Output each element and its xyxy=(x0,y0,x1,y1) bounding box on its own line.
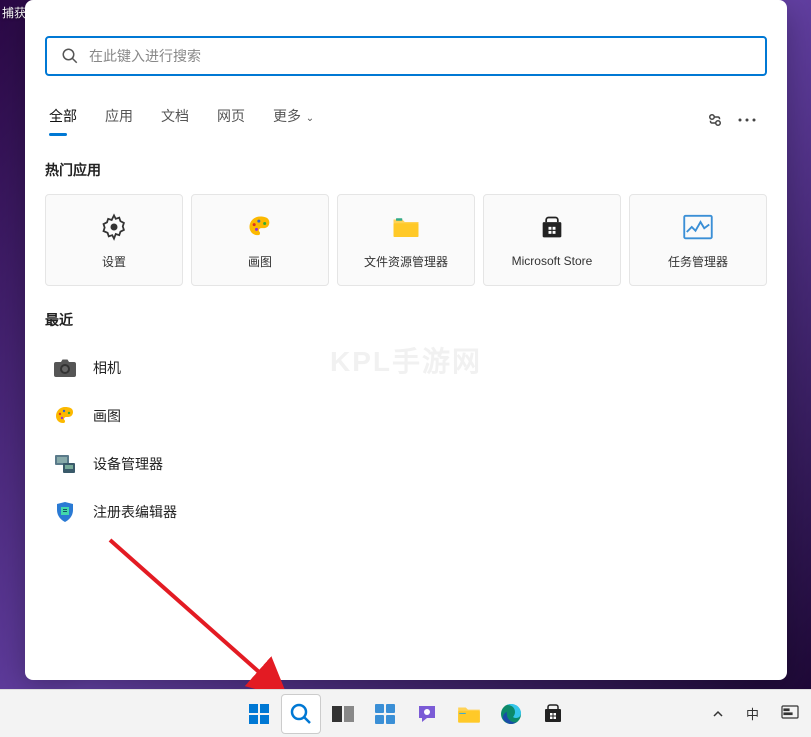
system-tray: 中 xyxy=(708,700,803,727)
top-apps-title: 热门应用 xyxy=(45,160,767,180)
search-icon xyxy=(61,47,79,65)
camera-icon xyxy=(53,356,77,380)
recent-item-label: 相机 xyxy=(93,358,121,378)
search-input[interactable] xyxy=(89,48,751,64)
recent-item-label: 注册表编辑器 xyxy=(93,502,177,522)
search-button[interactable] xyxy=(281,694,321,734)
recent-list: 相机 画图 设备管理器 注册表编辑器 xyxy=(45,344,767,536)
store-icon xyxy=(536,212,568,244)
recent-item-label: 设备管理器 xyxy=(93,454,163,474)
settings-icon xyxy=(98,211,130,243)
app-card-settings[interactable]: 设置 xyxy=(45,194,183,286)
windows-icon xyxy=(247,702,271,726)
widgets-button[interactable] xyxy=(365,694,405,734)
tab-apps[interactable]: 应用 xyxy=(105,106,133,134)
chat-button[interactable] xyxy=(407,694,447,734)
tab-more[interactable]: 更多 ⌄ xyxy=(273,106,314,134)
more-options-icon[interactable] xyxy=(731,104,763,136)
desktop-partial-label: 捕获 xyxy=(2,4,26,21)
taskview-button[interactable] xyxy=(323,694,363,734)
app-card-taskmanager[interactable]: 任务管理器 xyxy=(629,194,767,286)
search-icon xyxy=(289,702,313,726)
folder-icon xyxy=(390,211,422,243)
app-card-explorer[interactable]: 文件资源管理器 xyxy=(337,194,475,286)
app-card-paint[interactable]: 画图 xyxy=(191,194,329,286)
paint-icon xyxy=(53,404,77,428)
control-center-icon[interactable] xyxy=(777,701,803,726)
edge-icon xyxy=(499,702,523,726)
tabs-row: 全部 应用 文档 网页 更多 ⌄ xyxy=(45,104,767,136)
devicemanager-icon xyxy=(53,452,77,476)
tab-documents[interactable]: 文档 xyxy=(161,106,189,134)
start-button[interactable] xyxy=(239,694,279,734)
app-card-store[interactable]: Microsoft Store xyxy=(483,194,621,286)
app-card-label: 文件资源管理器 xyxy=(364,253,448,270)
tab-web[interactable]: 网页 xyxy=(217,106,245,134)
store-button[interactable] xyxy=(533,694,573,734)
edge-button[interactable] xyxy=(491,694,531,734)
top-apps-grid: 设置 画图 文件资源管理器 Microsoft Store 任务管理器 xyxy=(45,194,767,286)
ime-indicator[interactable]: 中 xyxy=(742,700,763,727)
recent-item-paint[interactable]: 画图 xyxy=(45,392,767,440)
store-icon xyxy=(541,702,565,726)
widgets-icon xyxy=(373,702,397,726)
account-sync-icon[interactable] xyxy=(699,104,731,136)
app-card-label: 画图 xyxy=(248,253,272,270)
chevron-down-icon: ⌄ xyxy=(303,113,314,124)
regedit-icon xyxy=(53,500,77,524)
app-card-label: 任务管理器 xyxy=(668,253,728,270)
chat-icon xyxy=(415,702,439,726)
app-card-label: 设置 xyxy=(102,253,126,270)
recent-item-devicemgr[interactable]: 设备管理器 xyxy=(45,440,767,488)
recent-item-label: 画图 xyxy=(93,406,121,426)
taskmanager-icon xyxy=(682,211,714,243)
tray-overflow-icon[interactable] xyxy=(708,702,728,725)
search-box[interactable] xyxy=(45,36,767,76)
folder-icon xyxy=(456,703,482,725)
explorer-button[interactable] xyxy=(449,694,489,734)
tab-all[interactable]: 全部 xyxy=(49,106,77,134)
taskview-icon xyxy=(331,704,355,724)
recent-title: 最近 xyxy=(45,310,767,330)
recent-item-camera[interactable]: 相机 xyxy=(45,344,767,392)
recent-item-regedit[interactable]: 注册表编辑器 xyxy=(45,488,767,536)
search-panel: KPL手游网 全部 应用 文档 网页 更多 ⌄ 热门应用 设置 画图 xyxy=(25,0,787,680)
app-card-label: Microsoft Store xyxy=(512,254,593,268)
paint-icon xyxy=(244,211,276,243)
taskbar: 中 xyxy=(0,689,811,737)
taskbar-center xyxy=(239,694,573,734)
